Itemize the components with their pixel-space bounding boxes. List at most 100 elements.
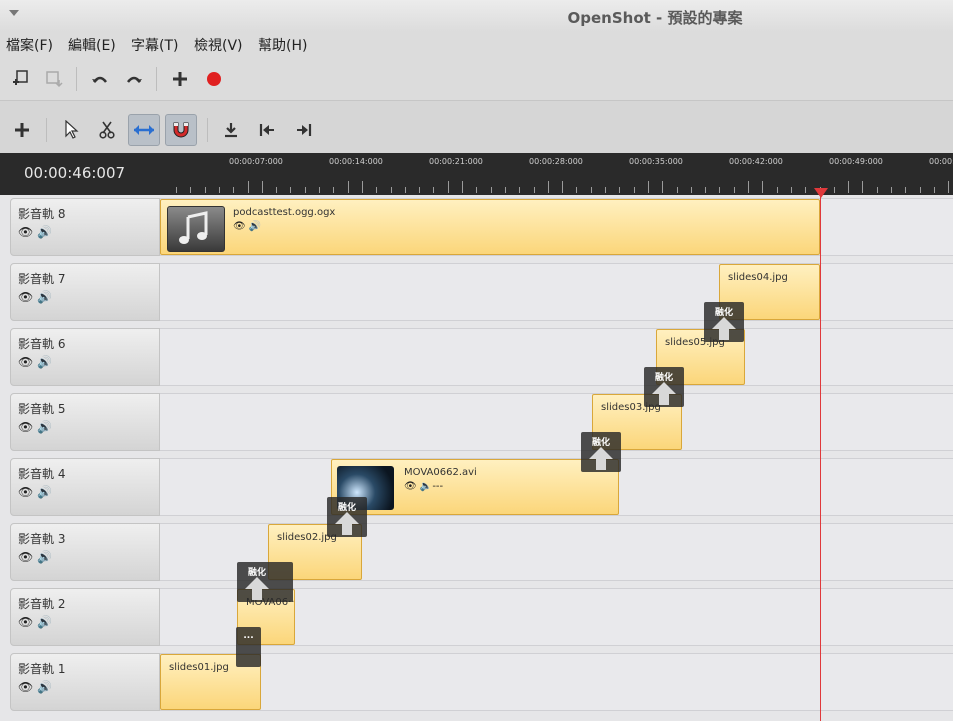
playhead-marker-icon[interactable] [814, 188, 828, 198]
track-body[interactable] [160, 393, 953, 451]
track-header[interactable]: 影音軌 3 👁 🔊 [10, 523, 160, 581]
toolbar-separator [207, 118, 208, 142]
track-name: 影音軌 3 [18, 532, 66, 546]
record-icon[interactable] [202, 67, 226, 91]
track-header[interactable]: 影音軌 7 👁 🔊 [10, 263, 160, 321]
track-visibility-audio-icons[interactable]: 👁 🔊 [18, 550, 52, 564]
menu-help[interactable]: 幫助(H) [258, 35, 307, 55]
ruler-tick [218, 187, 220, 193]
ruler-tick [790, 187, 792, 193]
ruler-tick [504, 187, 506, 193]
track-name: 影音軌 6 [18, 337, 66, 351]
ruler-tick [762, 181, 764, 193]
transition-fade[interactable]: 融化 [327, 497, 367, 537]
track-1: 影音軌 1 👁 🔊 [10, 653, 953, 711]
transition-short[interactable]: ... [236, 627, 261, 667]
track-visibility-audio-icons[interactable]: 👁 🔊 [18, 420, 52, 434]
redo-icon[interactable] [122, 67, 146, 91]
ruler-label: 00:00:07:000 [229, 157, 283, 166]
ruler-tick [633, 187, 635, 193]
track-header[interactable]: 影音軌 8 👁 🔊 [10, 198, 160, 256]
ruler-tick [233, 187, 235, 193]
toolbar-separator [46, 118, 47, 142]
undo-icon[interactable] [88, 67, 112, 91]
ruler-tick [533, 187, 535, 193]
timeline-ruler[interactable]: 00:00:46:007 00:00:07:000 00:00:14:000 0… [0, 153, 953, 195]
menu-title[interactable]: 字幕(T) [131, 35, 178, 55]
ruler-tick [805, 187, 807, 193]
track-name: 影音軌 4 [18, 467, 66, 481]
track-visibility-audio-icons[interactable]: 👁 🔊 [18, 485, 52, 499]
track-header[interactable]: 影音軌 2 👁 🔊 [10, 588, 160, 646]
ruler-tick [647, 181, 649, 193]
select-tool-icon[interactable] [55, 114, 87, 146]
toolbar-separator [76, 67, 77, 91]
transition-arrow-stem [342, 523, 352, 535]
transition-arrow-stem [719, 328, 729, 340]
current-timecode: 00:00:46:007 [24, 164, 126, 182]
ruler-label: 00:00:42:000 [729, 157, 783, 166]
transition-fade[interactable]: 融化 [581, 432, 621, 472]
ruler-tick [333, 187, 335, 193]
clip-label: MOVA0662.avi [404, 467, 477, 478]
playhead-line[interactable] [820, 188, 821, 721]
menu-file[interactable]: 檔案(F) [6, 35, 53, 55]
track-body[interactable] [160, 328, 953, 386]
track-header[interactable]: 影音軌 6 👁 🔊 [10, 328, 160, 386]
ruler-tick [419, 187, 421, 193]
ruler-tick [204, 187, 206, 193]
ruler-tick [447, 181, 449, 193]
track-name: 影音軌 5 [18, 402, 66, 416]
transition-label: ... [243, 631, 254, 641]
import-files-icon[interactable] [8, 67, 32, 91]
timeline-toolbar [0, 101, 953, 153]
track-visibility-audio-icons[interactable]: 👁 🔊 [18, 680, 52, 694]
transition-arrow-stem [252, 588, 262, 600]
snapping-magnet-icon[interactable] [165, 114, 197, 146]
transition-fade[interactable]: 融化 [644, 367, 684, 407]
add-track-icon[interactable] [6, 114, 38, 146]
ruler-tick [933, 187, 935, 193]
add-marker-icon[interactable] [215, 114, 247, 146]
track-visibility-audio-icons[interactable]: 👁 🔊 [18, 290, 52, 304]
ruler-label: 00:00: [929, 157, 953, 166]
track-header[interactable]: 影音軌 4 👁 🔊 [10, 458, 160, 516]
ruler-tick [605, 187, 606, 193]
track-body[interactable] [160, 653, 953, 711]
ruler-tick [462, 181, 463, 193]
transition-fade[interactable]: 融化 [704, 302, 744, 342]
export-icon[interactable] [42, 67, 66, 91]
track-5: 影音軌 5 👁 🔊 [10, 393, 953, 451]
resize-tool-icon[interactable] [128, 114, 160, 146]
clip-video[interactable]: MOVA0662.avi 👁 🔈--- [331, 459, 619, 515]
ruler-tick [848, 181, 850, 193]
track-header[interactable]: 影音軌 5 👁 🔊 [10, 393, 160, 451]
clip-audio[interactable]: podcasttest.ogg.ogx 👁 🔊 [160, 199, 820, 255]
track-3: 影音軌 3 👁 🔊 [10, 523, 953, 581]
clip-visibility-audio-icons[interactable]: 👁 🔈--- [404, 481, 443, 492]
track-visibility-audio-icons[interactable]: 👁 🔊 [18, 225, 52, 239]
menubar: 檔案(F) 編輯(E) 字幕(T) 檢視(V) 幫助(H) [0, 32, 953, 58]
main-toolbar [0, 58, 953, 101]
add-track-icon[interactable] [168, 67, 192, 91]
previous-marker-icon[interactable] [251, 114, 283, 146]
track-header[interactable]: 影音軌 1 👁 🔊 [10, 653, 160, 711]
ruler-tick [547, 181, 549, 193]
ruler-tick [376, 187, 378, 193]
ruler-tick [662, 181, 664, 193]
track-body[interactable] [160, 263, 953, 321]
menu-edit[interactable]: 編輯(E) [68, 35, 116, 55]
menu-view[interactable]: 檢視(V) [194, 35, 243, 55]
ruler-tick [748, 181, 749, 193]
next-marker-icon[interactable] [288, 114, 320, 146]
ruler-tick [948, 181, 950, 193]
clip-visibility-audio-icons[interactable]: 👁 🔊 [233, 221, 261, 232]
track-visibility-audio-icons[interactable]: 👁 🔊 [18, 615, 52, 629]
ruler-tick [347, 181, 349, 193]
razor-tool-icon[interactable] [91, 114, 123, 146]
transition-fade[interactable]: 融化 [237, 562, 293, 602]
clip-label: slides04.jpg [728, 272, 788, 283]
track-visibility-audio-icons[interactable]: 👁 🔊 [18, 355, 52, 369]
ruler-tick [404, 187, 406, 193]
ruler-tick [476, 187, 478, 193]
